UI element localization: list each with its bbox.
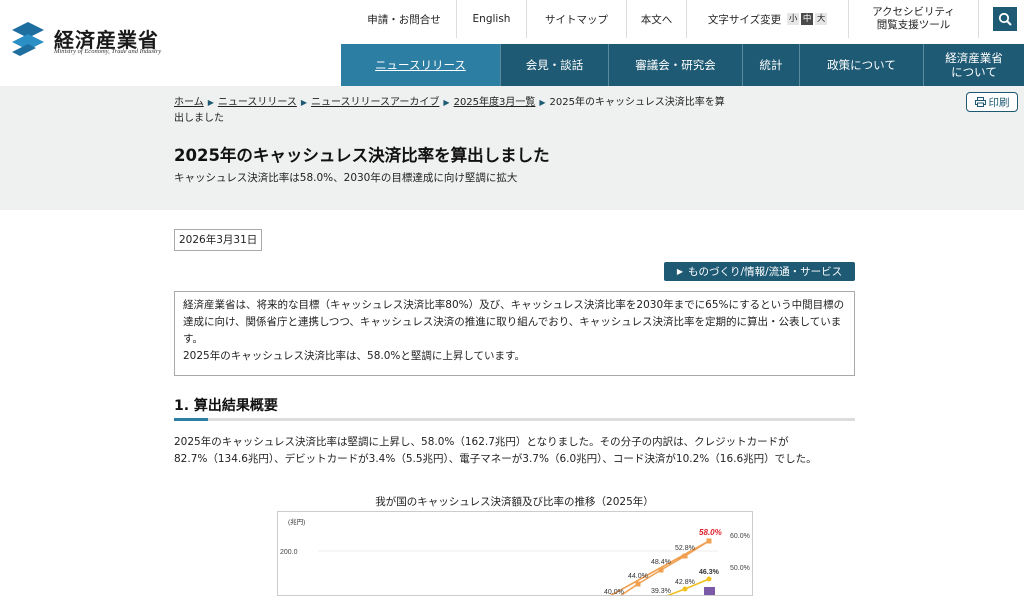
fontsize-medium-button[interactable]: 中	[801, 13, 814, 25]
nav-item-about-meti[interactable]: 経済産業省 について	[924, 44, 1024, 86]
search-button[interactable]	[993, 7, 1017, 31]
fontsize-label: 文字サイズ変更	[707, 13, 782, 26]
summary-box: 経済産業省は、将来的な目標（キャッシュレス決済比率80%）及び、キャッシュレス決…	[174, 291, 855, 376]
series-point-orange	[706, 538, 712, 544]
meti-logo-icon	[12, 22, 44, 56]
series-point-orange	[682, 553, 688, 559]
page-subtitle: キャッシュレス決済比率は58.0%、2030年の目標達成に向け堅調に拡大	[174, 172, 518, 184]
util-link-skip-to-content[interactable]: 本文へ	[627, 0, 687, 38]
main-navigation: ニュースリリース 会見・談話 審議会・研究会 統計 政策について 経済産業省 につ…	[341, 44, 1024, 86]
summary-paragraph: 2025年のキャッシュレス決済比率は、58.0%と堅調に上昇しています。	[183, 350, 526, 362]
breadcrumb-arrow-icon: ▶	[443, 98, 450, 107]
print-button[interactable]: 印刷	[966, 92, 1018, 112]
breadcrumb-arrow-icon: ▶	[207, 98, 214, 107]
breadcrumb-arrow-icon: ▶	[539, 98, 546, 107]
breadcrumb-home[interactable]: ホーム	[174, 97, 204, 108]
site-logo[interactable]: 経済産業省 Ministry of Economy, Trade and Ind…	[8, 18, 178, 64]
accessibility-tool-link[interactable]: アクセシビリティ 閲覧支援ツール	[849, 0, 979, 38]
fontsize-small-button[interactable]: 小	[787, 13, 800, 25]
summary-paragraph: 経済産業省は、将来的な目標（キャッシュレス決済比率80%）及び、キャッシュレス決…	[183, 299, 845, 345]
nav-item-councils[interactable]: 審議会・研究会	[609, 44, 743, 86]
heading-underline	[174, 418, 855, 421]
fontsize-large-button[interactable]: 大	[815, 13, 828, 25]
nav-item-statistics[interactable]: 統計	[743, 44, 800, 86]
series-data-label: 42.8%	[675, 579, 695, 586]
series-data-label: 52.8%	[675, 545, 695, 552]
series-point-yellow	[682, 586, 688, 592]
y2-tick-label: 50.0%	[730, 565, 750, 572]
nav-item-press-conference[interactable]: 会見・談話	[501, 44, 609, 86]
chart-svg: (兆円)200.0150.060.0%50.0%40.0%44.0%48.4%5…	[280, 517, 750, 596]
chart-title: 我が国のキャッシュレス決済額及び比率の推移（2025年）	[375, 496, 654, 508]
breadcrumb-arrow-icon: ▶	[300, 98, 308, 107]
series-data-label: 48.4%	[651, 559, 671, 566]
logo-subtitle: Ministry of Economy, Trade and Industry	[54, 48, 162, 55]
breadcrumb-archive[interactable]: ニュースリリースアーカイブ	[311, 97, 439, 108]
util-link-contact[interactable]: 申請・お問合せ	[352, 0, 457, 38]
util-link-english[interactable]: English	[457, 0, 527, 38]
page-title: 2025年のキャッシュレス決済比率を算出しました	[174, 146, 550, 165]
cashless-chart: (兆円)200.0150.060.0%50.0%40.0%44.0%48.4%5…	[277, 511, 753, 596]
util-link-sitemap[interactable]: サイトマップ	[527, 0, 627, 38]
category-tag-link[interactable]: ▶ ものづくり/情報/流通・サービス	[664, 262, 855, 281]
series-data-label: 58.0%	[699, 528, 722, 537]
series-line-yellow	[666, 578, 710, 595]
series-data-label: 40.0%	[604, 589, 624, 596]
breadcrumb-month[interactable]: 2025年度3月一覧	[454, 97, 536, 108]
series-point-yellow	[706, 576, 712, 582]
nav-item-policy[interactable]: 政策について	[800, 44, 924, 86]
y-axis-unit-label: (兆円)	[288, 517, 305, 526]
series-point-orange	[635, 581, 641, 587]
breadcrumb-news[interactable]: ニュースリリース	[218, 97, 297, 108]
series-data-label: 44.0%	[628, 573, 648, 580]
nav-item-news-release[interactable]: ニュースリリース	[341, 44, 501, 86]
fontsize-control: 文字サイズ変更 小 中 大	[687, 0, 849, 38]
section-paragraph: 2025年のキャッシュレス決済比率は堅調に上昇し、58.0%（162.7兆円）と…	[174, 436, 817, 465]
search-icon	[998, 12, 1012, 26]
site-header: 経済産業省 Ministry of Economy, Trade and Ind…	[0, 0, 1024, 86]
series-point-orange	[658, 567, 664, 573]
series-data-label: 46.3%	[699, 569, 720, 576]
y2-tick-label: 60.0%	[730, 533, 750, 540]
breadcrumb: ホーム ▶ ニュースリリース ▶ ニュースリリースアーカイブ ▶ 2025年度3月一覧 ▶ 20…	[174, 95, 734, 127]
y-tick-label: 200.0	[280, 549, 298, 556]
publish-date: 2026年3月31日	[174, 229, 263, 251]
printer-icon	[974, 97, 986, 107]
triangle-right-icon: ▶	[676, 267, 684, 276]
series-data-label: 39.3%	[651, 588, 671, 595]
section-heading: 1. 算出結果概要	[174, 398, 278, 414]
bar-segment	[704, 587, 715, 595]
